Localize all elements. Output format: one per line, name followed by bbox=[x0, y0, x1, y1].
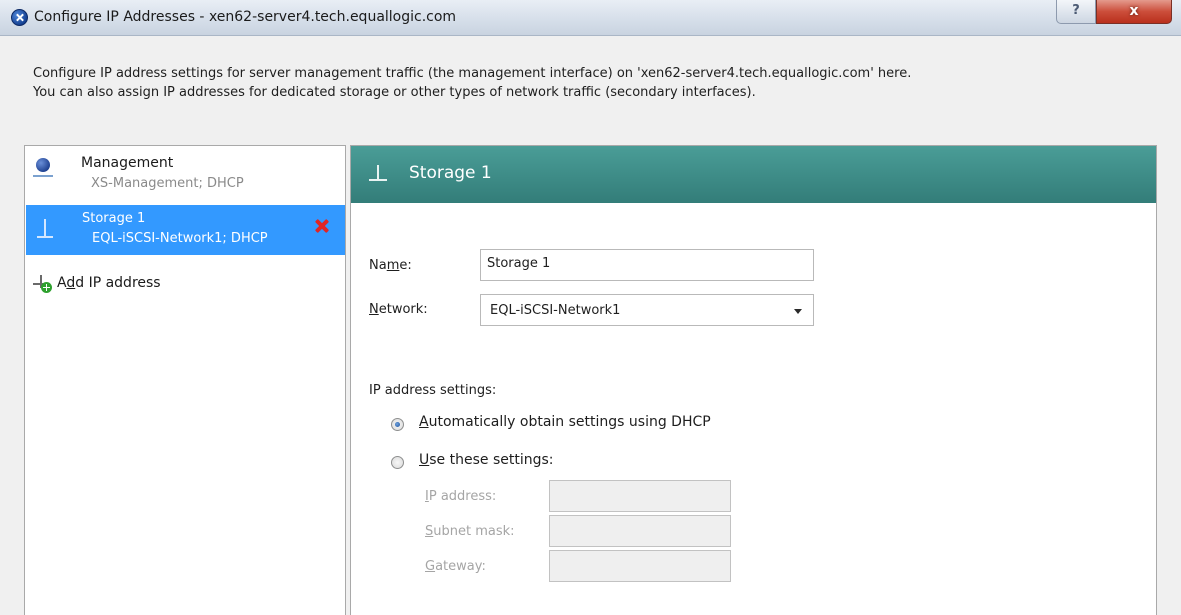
subnet-mask-field[interactable] bbox=[549, 515, 731, 547]
add-ip-address-link[interactable]: Add IP address bbox=[25, 272, 345, 296]
list-item-subtitle: XS-Management; DHCP bbox=[91, 176, 244, 191]
panel-title: Storage 1 bbox=[409, 163, 492, 183]
interface-detail-panel: Storage 1 Name: Storage 1 Network: EQL-i… bbox=[350, 145, 1157, 615]
ip-address-field[interactable] bbox=[549, 480, 731, 512]
chevron-down-icon bbox=[794, 309, 802, 314]
description-line-1: Configure IP address settings for server… bbox=[33, 66, 912, 81]
network-select[interactable]: EQL-iSCSI-Network1 bbox=[480, 294, 814, 326]
name-label: Name: bbox=[369, 258, 412, 273]
gateway-label: Gateway: bbox=[425, 559, 486, 574]
name-field[interactable]: Storage 1 bbox=[480, 249, 814, 281]
subnet-mask-label: Subnet mask: bbox=[425, 524, 515, 539]
network-select-value: EQL-iSCSI-Network1 bbox=[490, 303, 621, 318]
management-interface-icon bbox=[33, 158, 53, 177]
help-button[interactable]: ? bbox=[1056, 0, 1096, 24]
dhcp-option-label[interactable]: Automatically obtain settings using DHCP bbox=[419, 414, 711, 430]
add-ip-address-label: Add IP address bbox=[57, 275, 161, 291]
close-button[interactable]: x bbox=[1096, 0, 1172, 24]
network-label: Network: bbox=[369, 302, 428, 317]
title-bar[interactable]: Configure IP Addresses - xen62-server4.t… bbox=[0, 0, 1181, 36]
list-item-title: Storage 1 bbox=[82, 211, 146, 226]
description-line-2: You can also assign IP addresses for ded… bbox=[33, 85, 756, 100]
list-item-management[interactable]: Management XS-Management; DHCP bbox=[25, 146, 345, 204]
window-title: Configure IP Addresses - xen62-server4.t… bbox=[34, 9, 457, 25]
dhcp-radio[interactable] bbox=[391, 418, 404, 431]
storage-interface-icon bbox=[369, 165, 387, 185]
remove-interface-icon[interactable] bbox=[315, 219, 329, 233]
list-item-storage-1[interactable]: Storage 1 EQL-iSCSI-Network1; DHCP bbox=[26, 205, 345, 255]
ip-address-label: IP address: bbox=[425, 489, 497, 504]
static-option-label[interactable]: Use these settings: bbox=[419, 452, 554, 468]
panel-header: Storage 1 bbox=[351, 146, 1156, 203]
ip-settings-label: IP address settings: bbox=[369, 383, 497, 398]
gateway-field[interactable] bbox=[549, 550, 731, 582]
dialog-description: Configure IP address settings for server… bbox=[33, 64, 1153, 102]
app-icon bbox=[11, 9, 28, 26]
storage-interface-icon bbox=[37, 219, 53, 241]
add-network-icon bbox=[33, 275, 53, 293]
list-item-subtitle: EQL-iSCSI-Network1; DHCP bbox=[92, 231, 268, 246]
static-radio[interactable] bbox=[391, 456, 404, 469]
list-item-title: Management bbox=[81, 155, 174, 171]
interface-list: Management XS-Management; DHCP Storage 1… bbox=[24, 145, 346, 615]
